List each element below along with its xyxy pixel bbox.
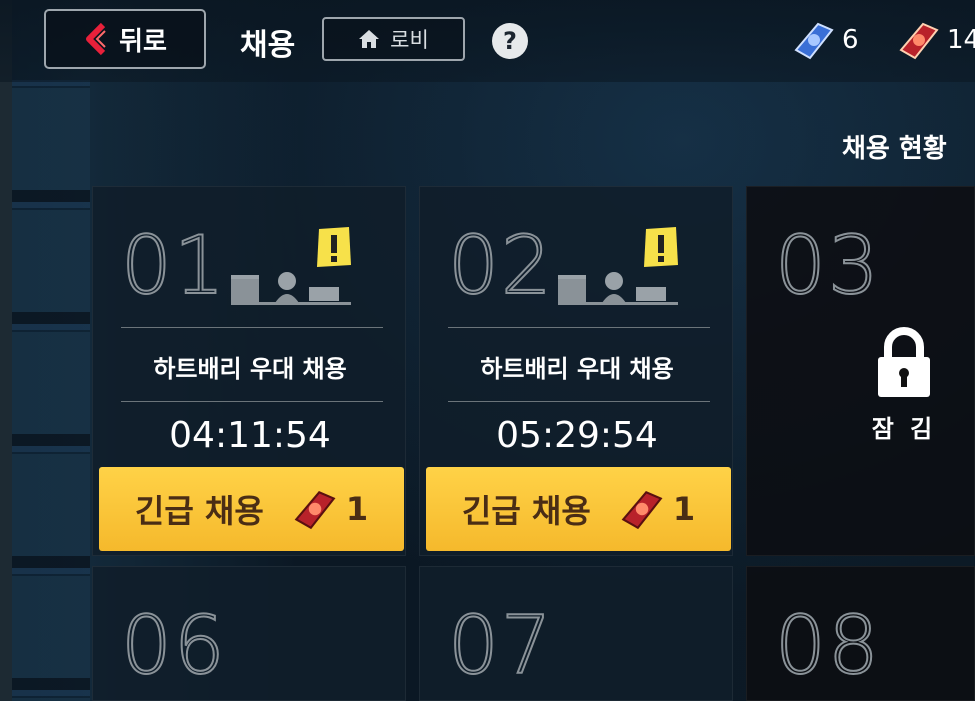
cost: 1 [290,488,368,530]
back-label: 뒤로 [119,26,167,57]
recruit-slot-06[interactable]: 06 [92,566,406,701]
slot-number: 06 [120,598,227,693]
red-book-icon [621,491,663,530]
cost-amount: 1 [345,490,369,528]
red-book-icon [294,491,336,530]
currency-blue-amount: 6 [842,25,859,55]
lock-label: 잠 김 [871,415,937,443]
recruit-slot-01: 01 하트배리 우대 채용 04:11:54 긴급 채용 1 [92,186,406,556]
divider [121,327,383,328]
cost: 1 [617,488,695,530]
page-title: 채용 [240,28,296,63]
back-button[interactable]: 뒤로 [44,9,206,69]
alert-icon [317,227,351,267]
red-book-icon [899,22,939,60]
contract-timer: 04:11:54 [169,415,331,456]
slot-number: 01 [120,218,227,313]
contract-timer: 05:29:54 [496,415,658,456]
slot-number: 02 [447,218,554,313]
lobby-button[interactable]: 로비 [322,17,465,61]
recruit-slot-07[interactable]: 07 [419,566,733,701]
chevron-left-icon [86,22,106,56]
worker-desk-icon [231,272,351,305]
slot-number: 07 [447,598,554,693]
help-button[interactable]: ? [492,23,528,59]
slot-number: 03 [774,218,881,313]
contract-name: 하트배리 우대 채용 [480,355,674,383]
recruit-slot-08[interactable]: 08 [746,566,975,701]
lock-indicator: 잠 김 [747,327,975,444]
contract-name: 하트배리 우대 채용 [153,355,347,383]
alert-icon [644,227,678,267]
recruit-slot-02: 02 하트배리 우대 채용 05:29:54 긴급 채용 1 [419,186,733,556]
slot-number: 08 [774,598,881,693]
lobby-label: 로비 [390,28,429,52]
urgent-recruit-label: 긴급 채용 [134,492,264,530]
home-icon [359,30,380,48]
bookshelf-decor [12,80,90,701]
currency-blue: 6 [790,20,859,60]
recruit-status-title: 채용 현황 [842,134,947,164]
urgent-recruit-button[interactable]: 긴급 채용 1 [426,467,731,551]
divider [448,401,710,402]
urgent-recruit-button[interactable]: 긴급 채용 1 [99,467,404,551]
currency-red: 14 [895,20,975,60]
blue-book-icon [794,22,834,60]
lock-icon [878,327,930,397]
currency-red-amount: 14 [947,25,975,55]
divider [448,327,710,328]
recruit-slot-03[interactable]: 03 잠 김 [746,186,975,556]
cost-amount: 1 [672,490,696,528]
worker-desk-icon [558,272,678,305]
urgent-recruit-label: 긴급 채용 [461,492,591,530]
divider [121,401,383,402]
